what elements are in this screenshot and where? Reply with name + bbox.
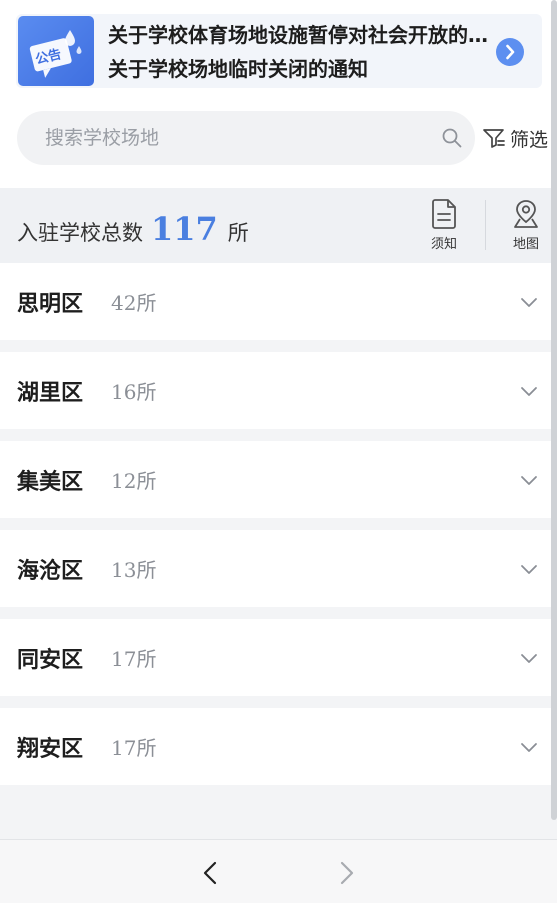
notice-line-1[interactable]: 关于学校体育场地设施暂停对社会开放的通知	[108, 18, 500, 52]
chevron-down-icon[interactable]	[519, 292, 539, 312]
district-name: 思明区	[17, 291, 84, 317]
district-count: 17所	[111, 736, 157, 760]
district-row-haicang[interactable]: 海沧区 13所	[0, 530, 557, 607]
district-name: 同安区	[17, 647, 84, 673]
district-name: 湖里区	[17, 380, 84, 406]
notice-arrow-icon[interactable]	[496, 38, 524, 66]
district-row-tongan[interactable]: 同安区 17所	[0, 619, 557, 696]
document-icon	[432, 199, 456, 229]
chevron-down-icon[interactable]	[519, 381, 539, 401]
notice-info-button[interactable]: 须知	[419, 198, 469, 252]
chevron-down-icon[interactable]	[519, 648, 539, 668]
district-count: 42所	[111, 291, 157, 315]
district-count: 17所	[111, 647, 157, 671]
school-total-label: 入驻学校总数	[17, 221, 143, 245]
district-count: 13所	[111, 558, 157, 582]
tool-divider	[485, 200, 486, 250]
school-total-unit: 所	[227, 221, 249, 245]
notice-info-label: 须知	[430, 237, 457, 252]
chevron-down-icon[interactable]	[519, 559, 539, 579]
district-row-siming[interactable]: 思明区 42所	[0, 263, 557, 340]
filter-button[interactable]: 筛选	[482, 124, 548, 152]
notice-lines: 关于学校体育场地设施暂停对社会开放的通知 关于学校场地临时关闭的通知	[108, 18, 500, 86]
district-name: 翔安区	[17, 736, 84, 762]
district-row-jimei[interactable]: 集美区 12所	[0, 441, 557, 518]
chevron-right-icon[interactable]	[333, 858, 361, 888]
school-total-count: 117	[151, 210, 218, 248]
district-count: 16所	[111, 380, 157, 404]
top-area: 公告 关于学校体育场地设施暂停对社会开放的通知 关于学校场地临时关闭的通知 筛选	[0, 0, 557, 188]
filter-icon	[483, 129, 505, 148]
district-row-xiangan[interactable]: 翔安区 17所	[0, 708, 557, 785]
search-icon[interactable]	[441, 127, 463, 149]
district-name: 海沧区	[17, 558, 84, 584]
search-input[interactable]	[45, 111, 425, 165]
chevron-left-icon[interactable]	[196, 858, 224, 888]
notice-line-2[interactable]: 关于学校场地临时关闭的通知	[108, 52, 500, 86]
school-total: 入驻学校总数 117 所	[17, 210, 249, 248]
notice-card[interactable]: 公告 关于学校体育场地设施暂停对社会开放的通知 关于学校场地临时关闭的通知	[16, 14, 542, 88]
chevron-down-icon[interactable]	[519, 470, 539, 490]
district-name: 集美区	[17, 469, 84, 495]
stats-bar: 入驻学校总数 117 所 须知 地图	[0, 188, 557, 263]
filter-label: 筛选	[510, 128, 549, 151]
scrollbar[interactable]	[551, 0, 557, 820]
map-pin-icon	[514, 200, 538, 228]
district-count: 12所	[111, 469, 157, 493]
map-button[interactable]: 地图	[501, 198, 551, 252]
chevron-down-icon[interactable]	[519, 737, 539, 757]
browser-nav-bar	[0, 839, 557, 903]
map-label: 地图	[512, 237, 539, 252]
district-row-huli[interactable]: 湖里区 16所	[0, 352, 557, 429]
notice-badge: 公告	[18, 16, 94, 86]
search-box[interactable]	[17, 111, 475, 165]
